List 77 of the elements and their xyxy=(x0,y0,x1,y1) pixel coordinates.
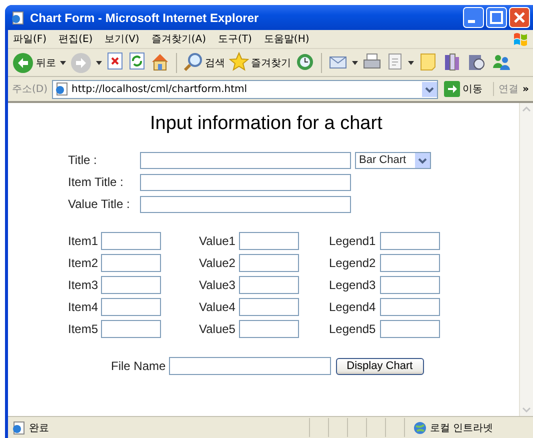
legend-label: Legend4 xyxy=(329,300,377,314)
text-field[interactable] xyxy=(140,152,351,168)
page-heading: Input information for a chart xyxy=(149,113,384,135)
menu-item[interactable]: 파일(F) xyxy=(13,32,47,46)
vertical-scrollbar[interactable] xyxy=(519,103,533,416)
note-icon xyxy=(418,52,438,74)
home-button[interactable] xyxy=(150,52,170,74)
field-label: Value Title : xyxy=(68,197,131,211)
field-label: Title : xyxy=(68,153,98,167)
more-chevron[interactable]: » xyxy=(522,84,529,94)
value-field[interactable] xyxy=(239,276,299,294)
item-field[interactable] xyxy=(101,320,161,338)
dropdown-caret-icon[interactable] xyxy=(96,60,102,64)
close-button[interactable] xyxy=(509,7,530,28)
search-button[interactable]: 검색 xyxy=(183,52,225,74)
address-label: 주소(D) xyxy=(12,83,48,96)
item-field[interactable] xyxy=(101,254,161,272)
legend-label: Legend5 xyxy=(329,322,377,336)
value-field[interactable] xyxy=(239,320,299,338)
globe-icon xyxy=(413,420,427,434)
display-chart-button[interactable]: Display Chart xyxy=(336,358,424,374)
value-label: Value3 xyxy=(199,278,236,292)
value-field[interactable] xyxy=(239,254,299,272)
text-field[interactable] xyxy=(140,174,351,190)
value-label: Value1 xyxy=(199,234,236,248)
value-field[interactable] xyxy=(239,298,299,316)
item-label: Item3 xyxy=(68,278,100,292)
flag-logo-icon xyxy=(512,31,528,47)
page-icon xyxy=(12,420,26,434)
chart-type-dropdown[interactable]: Bar Chart xyxy=(355,152,431,168)
search-icon xyxy=(183,52,203,74)
menu-item[interactable]: 도구(T) xyxy=(218,32,252,46)
file-name-label: File Name xyxy=(111,359,166,373)
window-title: Chart Form - Microsoft Internet Explorer xyxy=(30,10,260,24)
text-field[interactable] xyxy=(140,196,351,212)
legend-label: Legend1 xyxy=(329,234,377,248)
status-text: 완료 xyxy=(29,422,49,434)
minimize-button[interactable] xyxy=(463,7,484,28)
page-icon xyxy=(54,82,69,96)
item-field[interactable] xyxy=(101,298,161,316)
star-icon xyxy=(229,52,249,74)
legend-label: Legend2 xyxy=(329,256,377,270)
item-field[interactable] xyxy=(101,276,161,294)
menu-item[interactable]: 즐겨찾기(A) xyxy=(151,32,206,46)
item-field[interactable] xyxy=(101,232,161,250)
research-button[interactable] xyxy=(442,52,462,74)
home-icon xyxy=(150,52,170,74)
favorites-button[interactable]: 즐겨찾기 xyxy=(229,52,291,74)
books-icon xyxy=(442,52,462,74)
value-label: Value4 xyxy=(199,300,236,314)
field-label: Item Title : xyxy=(68,175,124,189)
legend-field[interactable] xyxy=(380,254,440,272)
value-label: Value5 xyxy=(199,322,236,336)
zone-text: 로컬 인트라넷 xyxy=(430,422,494,434)
page-icon xyxy=(11,10,25,24)
item-label: Item2 xyxy=(68,256,100,270)
file-name-field[interactable] xyxy=(168,357,331,375)
dropdown-caret-icon[interactable] xyxy=(60,60,66,64)
legend-label: Legend3 xyxy=(329,278,377,292)
legend-field[interactable] xyxy=(380,276,440,294)
value-label: Value2 xyxy=(199,256,236,270)
item-label: Item5 xyxy=(68,322,100,336)
value-field[interactable] xyxy=(239,232,299,250)
legend-field[interactable] xyxy=(380,320,440,338)
back-button[interactable]: 뒤로 xyxy=(12,52,56,74)
dropdown-caret-icon[interactable] xyxy=(352,60,358,64)
item-label: Item4 xyxy=(68,300,100,314)
go-button[interactable]: 이동 xyxy=(442,81,489,97)
menu-item[interactable]: 도움말(H) xyxy=(264,32,310,46)
menu-item[interactable]: 보기(V) xyxy=(104,32,140,46)
menu-item[interactable]: 편집(E) xyxy=(58,32,93,46)
legend-field[interactable] xyxy=(380,298,440,316)
dropdown-caret-icon[interactable] xyxy=(408,60,414,64)
maximize-button[interactable] xyxy=(486,7,507,28)
address-field[interactable]: http://localhost/cml/chartform.html xyxy=(52,80,438,98)
item-label: Item1 xyxy=(68,234,100,248)
legend-field[interactable] xyxy=(380,232,440,250)
